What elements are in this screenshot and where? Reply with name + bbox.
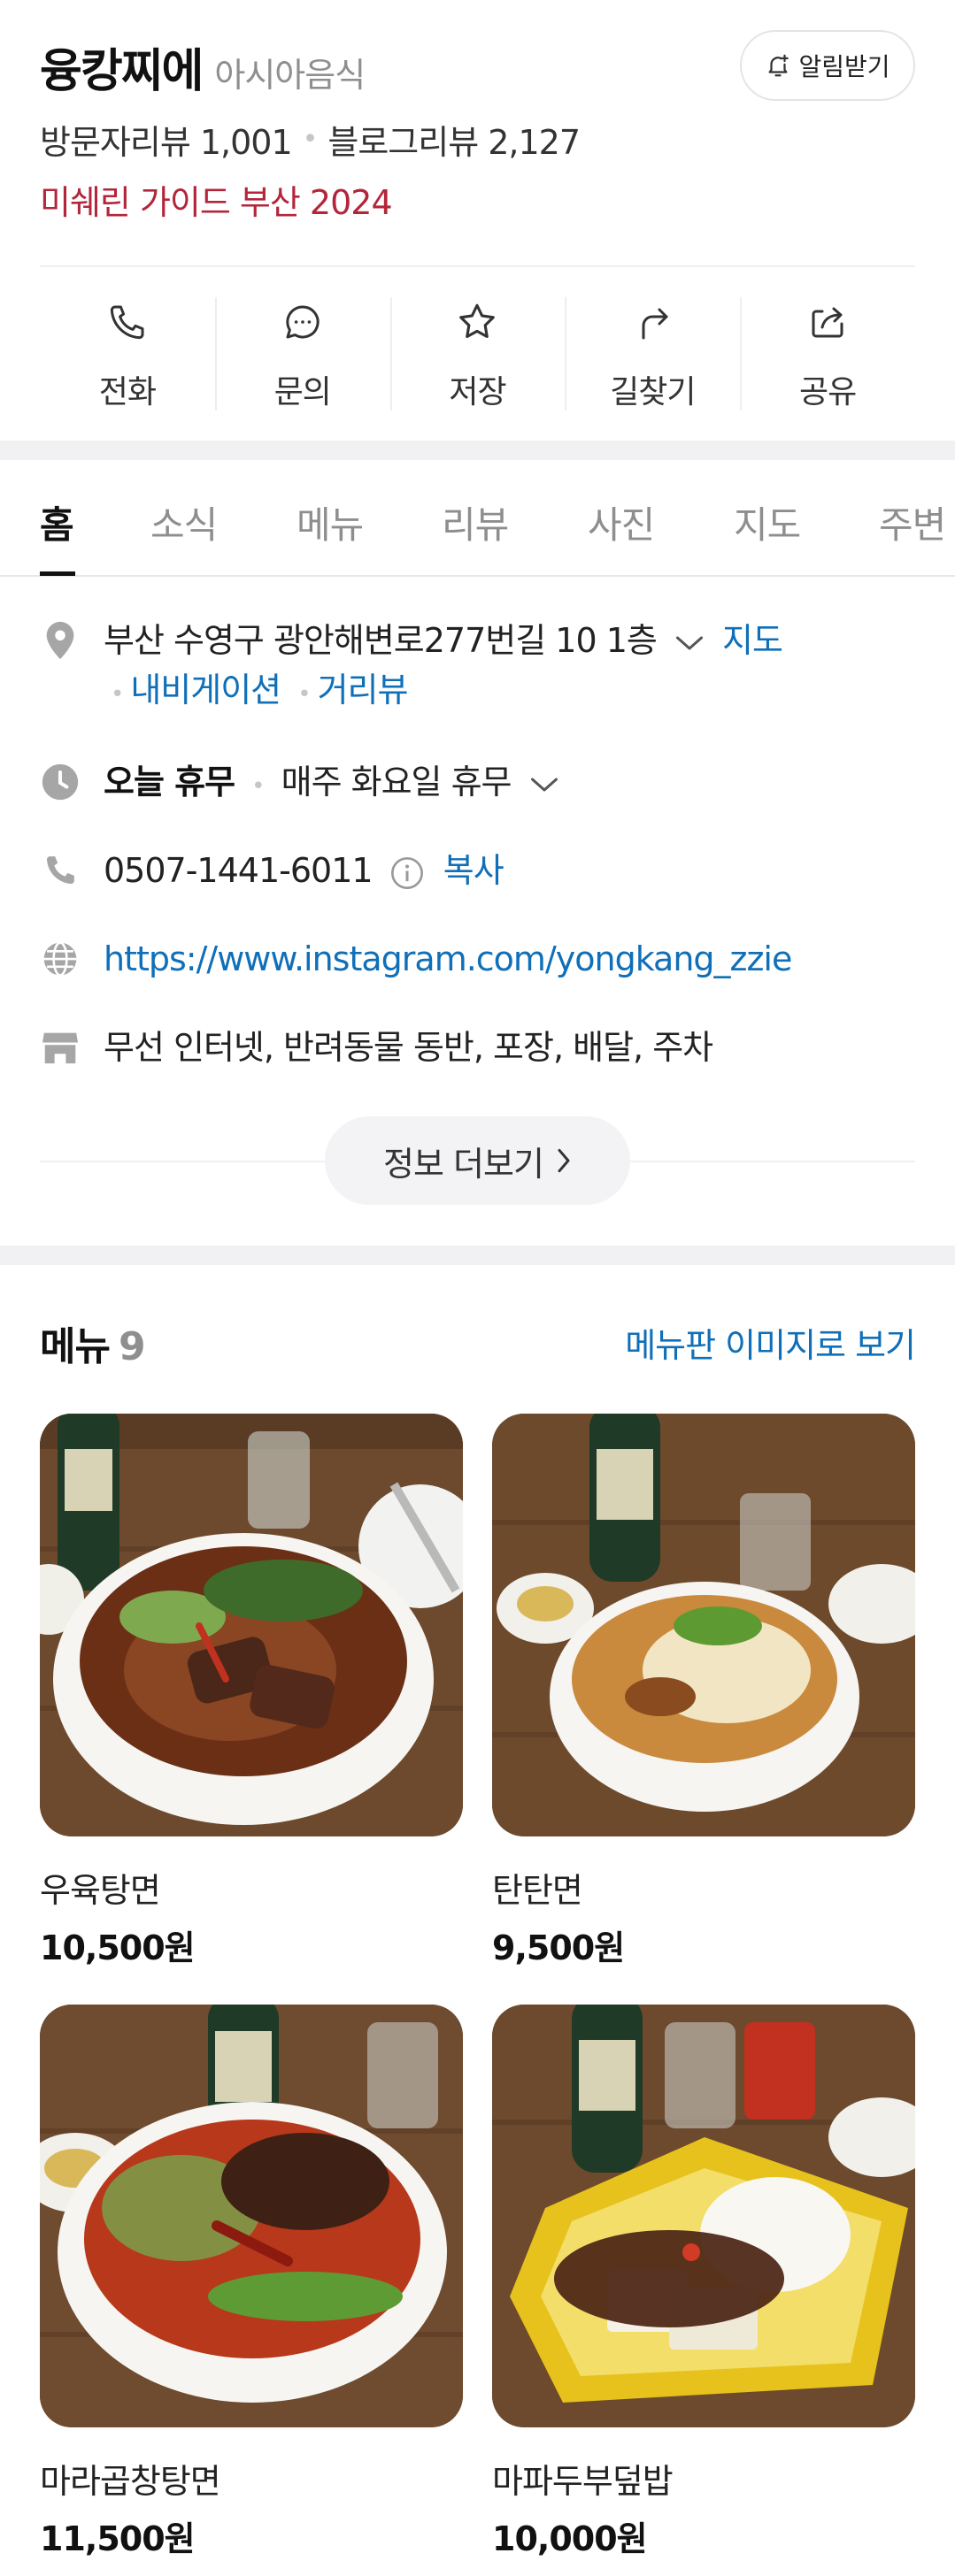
menu-card[interactable]: 마파두부덮밥 10,000원: [492, 2005, 915, 2560]
menu-item-name: 마파두부덮밥: [492, 2462, 674, 2501]
action-bar: 전화 문의 저장 길찾기 공유: [40, 292, 915, 416]
menu-item-name: 탄탄면: [492, 1871, 583, 1910]
chevron-down-icon[interactable]: [528, 774, 560, 795]
separator-dot: •: [297, 681, 311, 708]
directions-button[interactable]: 길찾기: [565, 292, 740, 416]
tab-reviews[interactable]: 리뷰: [442, 495, 509, 549]
amenities-row: 무선 인터넷, 반려동물 동반, 포장, 배달, 주차: [40, 1023, 713, 1072]
star-icon: [452, 297, 502, 347]
tab-photos[interactable]: 사진: [588, 495, 655, 549]
chevron-right-icon: [558, 1148, 570, 1173]
globe-icon: [40, 939, 81, 979]
website-row: https://www.instagram.com/yongkang_zzie: [40, 934, 792, 984]
place-name: 융캉찌에: [40, 45, 204, 98]
menu-item-price: 10,500원: [40, 1928, 196, 1967]
phone-icon: [103, 297, 152, 347]
hours-detail: 매주 화요일 휴무: [281, 763, 512, 801]
call-label: 전화: [98, 374, 157, 410]
share-icon: [803, 297, 852, 347]
menu-board-image-link[interactable]: 메뉴판 이미지로 보기: [625, 1318, 916, 1367]
section-gap: [0, 1246, 955, 1265]
tab-nearby[interactable]: 주변: [879, 495, 946, 549]
place-category: 아시아음식: [214, 56, 366, 95]
active-tab-indicator: [40, 571, 75, 576]
blog-review-link[interactable]: 블로그리뷰 2,127: [327, 115, 581, 164]
hours-status: 오늘 휴무: [104, 763, 235, 801]
bell-plus-icon: [768, 54, 789, 77]
amenities-text: 무선 인터넷, 반려동물 동반, 포장, 배달, 주차: [104, 1028, 713, 1067]
menu-item-price: 9,500원: [492, 1928, 625, 1967]
separator-dot: •: [251, 773, 265, 800]
directions-icon: [628, 297, 677, 347]
tab-menu[interactable]: 메뉴: [297, 495, 364, 549]
separator-dot: •: [111, 681, 124, 708]
location-pin-icon: [40, 620, 81, 661]
menu-photo-dandan-noodle: [492, 1414, 915, 1836]
menu-count: 9: [118, 1324, 146, 1369]
phone-icon: [40, 850, 81, 891]
save-label: 저장: [449, 374, 506, 410]
inquiry-label: 문의: [273, 374, 332, 410]
title-row: 융캉찌에 아시아음식: [40, 34, 366, 100]
share-label: 공유: [798, 374, 857, 410]
more-info-button[interactable]: 정보 더보기: [325, 1116, 630, 1205]
visitor-review-link[interactable]: 방문자리뷰 1,001: [40, 115, 293, 164]
call-button[interactable]: 전화: [40, 292, 215, 416]
clock-icon: [40, 762, 81, 802]
directions-label: 길찾기: [610, 374, 696, 410]
website-link[interactable]: https://www.instagram.com/yongkang_zzie: [104, 934, 792, 984]
menu-card[interactable]: 마라곱창탕면 11,500원: [40, 2005, 463, 2560]
section-gap: [0, 441, 955, 460]
address-text: 부산 수영구 광안해변로277번길 10 1층: [104, 621, 658, 660]
michelin-badge[interactable]: 미쉐린 가이드 부산 2024: [40, 175, 393, 224]
place-header: 융캉찌에 아시아음식 알림받기 방문자리뷰 1,001 • 블로그리뷰 2,12…: [0, 0, 955, 265]
menu-title: 메뉴: [40, 1324, 111, 1369]
inquiry-button[interactable]: 문의: [214, 292, 390, 416]
more-info-label: 정보 더보기: [383, 1144, 544, 1184]
address-block: 부산 수영구 광안해변로277번길 10 1층 지도 • 내비게이션 • 거리뷰: [104, 616, 783, 719]
alarm-label: 알림받기: [798, 52, 890, 81]
copy-phone-button[interactable]: 복사: [443, 851, 504, 890]
hours-text: 오늘 휴무 • 매주 화요일 휴무: [104, 757, 560, 811]
alarm-button[interactable]: 알림받기: [740, 30, 915, 101]
save-button[interactable]: 저장: [389, 292, 566, 416]
menu-item-price: 11,500원: [40, 2519, 196, 2558]
menu-card[interactable]: 탄탄면 9,500원: [492, 1414, 915, 1969]
info-icon[interactable]: [389, 855, 425, 891]
hours-row[interactable]: 오늘 휴무 • 매주 화요일 휴무: [40, 757, 560, 811]
share-button[interactable]: 공유: [740, 292, 915, 416]
menu-item-price: 10,000원: [492, 2519, 648, 2558]
phone-row: 0507-1441-6011 복사: [40, 846, 504, 895]
chat-icon: [278, 297, 327, 347]
navigation-link[interactable]: 내비게이션: [130, 671, 281, 709]
menu-card[interactable]: 우육탕면 10,500원: [40, 1414, 463, 1969]
chevron-down-icon[interactable]: [674, 632, 705, 654]
menu-photo-mapo-tofu-rice: [492, 2005, 915, 2427]
store-icon: [40, 1027, 81, 1068]
menu-photo-mala-noodle: [40, 2005, 463, 2427]
menu-item-name: 우육탕면: [40, 1871, 161, 1910]
menu-photo-beef-noodle: [40, 1414, 463, 1836]
map-link[interactable]: 지도: [722, 621, 783, 660]
street-view-link[interactable]: 거리뷰: [318, 671, 409, 709]
phone-number[interactable]: 0507-1441-6011: [104, 851, 374, 890]
tab-home[interactable]: 홈: [40, 495, 74, 549]
divider: [40, 265, 915, 267]
tab-news[interactable]: 소식: [150, 495, 218, 549]
tab-map[interactable]: 지도: [734, 495, 801, 549]
review-row: 방문자리뷰 1,001 • 블로그리뷰 2,127: [40, 115, 581, 164]
tab-bar: 홈 소식 메뉴 리뷰 사진 지도 주변: [0, 460, 955, 577]
menu-section-title: 메뉴 9: [40, 1315, 146, 1371]
menu-item-name: 마라곱창탕면: [40, 2462, 221, 2501]
separator-dot: •: [302, 124, 319, 155]
address-row: 부산 수영구 광안해변로277번길 10 1층 지도 • 내비게이션 • 거리뷰: [40, 616, 783, 719]
phone-block: 0507-1441-6011 복사: [104, 846, 504, 895]
